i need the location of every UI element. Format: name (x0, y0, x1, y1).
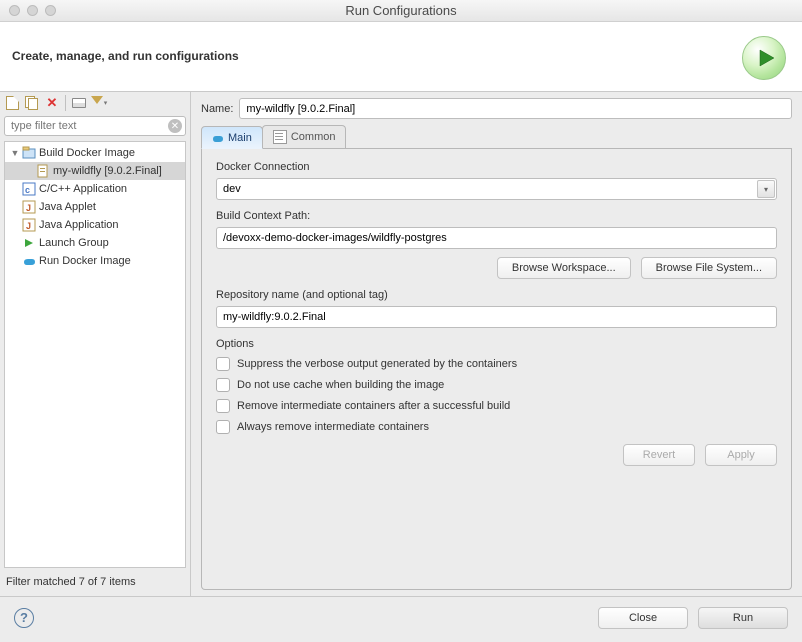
dialog-header: Create, manage, and run configurations (0, 22, 802, 92)
context-path-label: Build Context Path: (216, 210, 777, 222)
svg-text:c: c (25, 185, 30, 195)
tree-node-java-app[interactable]: J Java Application (5, 216, 185, 234)
svg-text:J: J (26, 203, 31, 213)
docker-connection-select[interactable] (216, 178, 777, 200)
checkbox-icon[interactable] (216, 420, 230, 434)
tab-main[interactable]: Main (201, 126, 263, 149)
document-icon (273, 130, 287, 144)
page-title: Create, manage, and run configurations (12, 49, 239, 63)
configurations-sidebar: ✕ ▾ ✕ ▼ Build Docker Image my-wildfly [9… (0, 92, 191, 596)
tree-label: Java Applet (39, 201, 96, 213)
toolbar-separator (65, 95, 66, 111)
option-label: Always remove intermediate containers (237, 421, 429, 433)
option-suppress-verbose[interactable]: Suppress the verbose output generated by… (216, 357, 777, 371)
close-button[interactable]: Close (598, 607, 688, 629)
delete-config-button[interactable]: ✕ (43, 94, 61, 112)
option-always-remove[interactable]: Always remove intermediate containers (216, 420, 777, 434)
revert-button[interactable]: Revert (623, 444, 695, 466)
svg-text:J: J (26, 221, 31, 231)
tree-label: Build Docker Image (39, 147, 135, 159)
docker-icon (212, 132, 224, 144)
browse-filesystem-button[interactable]: Browse File System... (641, 257, 777, 279)
dialog-footer: ? Close Run (0, 596, 802, 642)
docker-connection-label: Docker Connection (216, 161, 777, 173)
run-button[interactable]: Run (698, 607, 788, 629)
checkbox-icon[interactable] (216, 399, 230, 413)
tree-label: Launch Group (39, 237, 109, 249)
tree-node-build-docker[interactable]: ▼ Build Docker Image (5, 144, 185, 162)
chevron-down-icon[interactable]: ▾ (757, 180, 775, 198)
config-editor: Name: Main Common Docker Connection ▾ Bu… (191, 92, 802, 596)
tree-node-java-applet[interactable]: J Java Applet (5, 198, 185, 216)
repo-name-input[interactable] (216, 306, 777, 328)
name-label: Name: (201, 103, 233, 115)
name-input[interactable] (239, 98, 792, 119)
checkbox-icon[interactable] (216, 378, 230, 392)
filter-input[interactable] (4, 116, 186, 136)
tab-main-label: Main (228, 132, 252, 144)
run-orb-icon (742, 36, 786, 80)
config-tree[interactable]: ▼ Build Docker Image my-wildfly [9.0.2.F… (4, 141, 186, 568)
zoom-window-icon[interactable] (45, 5, 56, 16)
option-remove-intermediate[interactable]: Remove intermediate containers after a s… (216, 399, 777, 413)
tree-label: Java Application (39, 219, 119, 231)
clear-filter-icon[interactable]: ✕ (168, 119, 182, 133)
window-titlebar: Run Configurations (0, 0, 802, 22)
tree-node-run-docker[interactable]: Run Docker Image (5, 252, 185, 270)
option-label: Remove intermediate containers after a s… (237, 400, 510, 412)
browse-workspace-button[interactable]: Browse Workspace... (497, 257, 631, 279)
checkbox-icon[interactable] (216, 357, 230, 371)
tree-label: Run Docker Image (39, 255, 131, 267)
tree-label: my-wildfly [9.0.2.Final] (53, 165, 162, 177)
tab-bar: Main Common (201, 125, 792, 149)
new-config-button[interactable] (3, 94, 21, 112)
window-title: Run Configurations (0, 3, 802, 18)
filter-menu-button[interactable]: ▾ (90, 94, 108, 112)
option-label: Suppress the verbose output generated by… (237, 358, 517, 370)
duplicate-config-button[interactable] (23, 94, 41, 112)
tree-node-c-cpp[interactable]: c C/C++ Application (5, 180, 185, 198)
options-label: Options (216, 338, 777, 350)
sidebar-toolbar: ✕ ▾ (0, 92, 190, 114)
tab-common-label: Common (291, 131, 336, 143)
filter-status: Filter matched 7 of 7 items (0, 572, 190, 596)
help-icon[interactable]: ? (14, 608, 34, 628)
tree-node-my-wildfly[interactable]: my-wildfly [9.0.2.Final] (5, 162, 185, 180)
tab-common[interactable]: Common (262, 125, 347, 148)
context-path-input[interactable] (216, 227, 777, 249)
tree-node-launch-group[interactable]: Launch Group (5, 234, 185, 252)
tree-label: C/C++ Application (39, 183, 127, 195)
minimize-window-icon[interactable] (27, 5, 38, 16)
option-no-cache[interactable]: Do not use cache when building the image (216, 378, 777, 392)
close-window-icon[interactable] (9, 5, 20, 16)
window-controls (9, 5, 56, 16)
main-tab-panel: Docker Connection ▾ Build Context Path: … (201, 149, 792, 590)
apply-button[interactable]: Apply (705, 444, 777, 466)
repo-name-label: Repository name (and optional tag) (216, 289, 777, 301)
collapse-all-button[interactable] (70, 94, 88, 112)
option-label: Do not use cache when building the image (237, 379, 444, 391)
